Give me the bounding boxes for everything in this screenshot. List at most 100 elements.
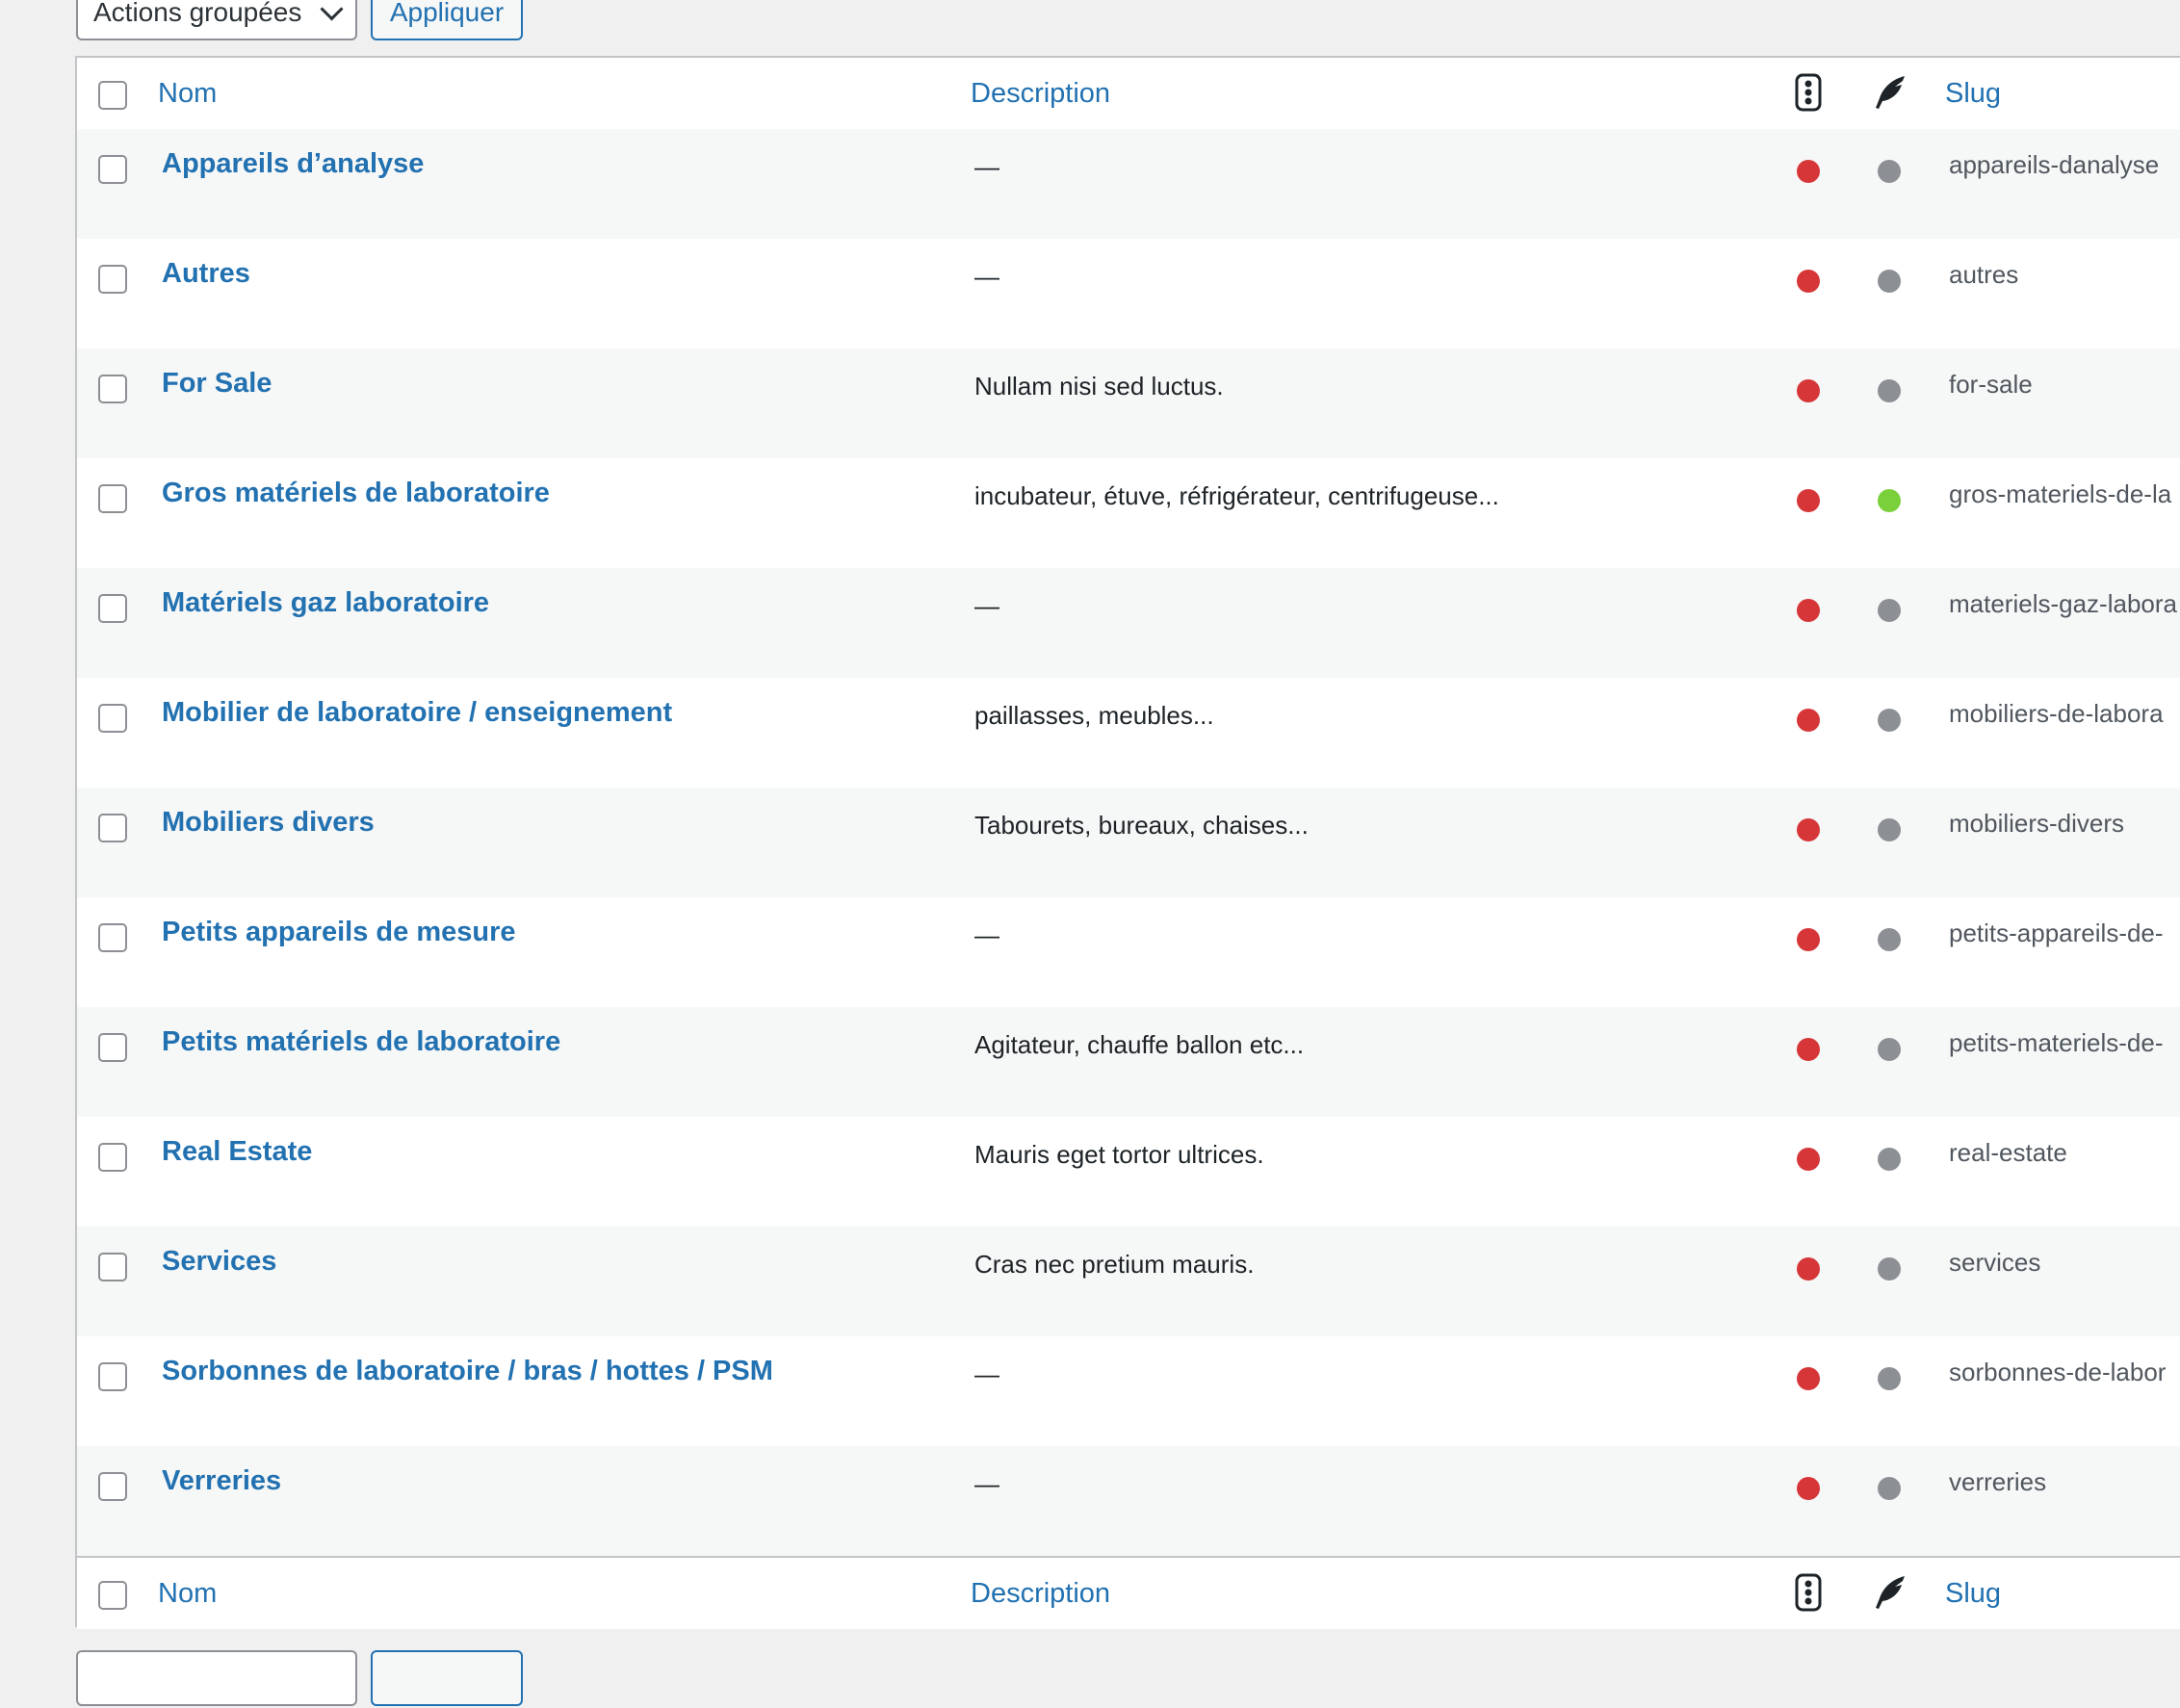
row-checkbox[interactable] (98, 1253, 127, 1281)
seo-score-dot (1797, 599, 1820, 622)
table-row: Sorbonnes de laboratoire / bras / hottes… (77, 1336, 2180, 1446)
seo-score-dot (1797, 160, 1820, 183)
readability-score-dot (1878, 818, 1901, 841)
category-name-link[interactable]: Services (162, 1246, 276, 1278)
readability-score-dot (1878, 160, 1901, 183)
bulk-actions-top: Actions groupées Appliquer (76, 0, 523, 42)
row-checkbox[interactable] (98, 1472, 127, 1501)
readability-score-dot (1878, 1477, 1901, 1500)
category-description: — (974, 262, 999, 291)
category-description: Cras nec pretium mauris. (974, 1250, 1255, 1279)
table-row: Mobilier de laboratoire / enseignement pa… (77, 678, 2180, 788)
row-checkbox[interactable] (98, 594, 127, 623)
readability-score-dot (1878, 270, 1901, 293)
table-row: Petits matériels de laboratoire Agitateur… (77, 1007, 2180, 1117)
column-footer-description[interactable]: Description (971, 1578, 1110, 1610)
category-name-link[interactable]: Gros matériels de laboratoire (162, 478, 550, 509)
readability-score-dot (1878, 599, 1901, 622)
category-description: incubateur, étuve, réfrigérateur, centri… (974, 481, 1499, 510)
category-slug: petits-materiels-de- (1949, 1028, 2164, 1057)
table-row: Mobiliers divers Tabourets, bureaux, chai… (77, 788, 2180, 897)
readability-score-dot (1878, 1038, 1901, 1061)
category-slug: petits-appareils-de- (1949, 919, 2164, 947)
category-name-link[interactable]: Mobiliers divers (162, 807, 375, 839)
bulk-actions-select-label: Actions groupées (93, 0, 302, 27)
seo-score-dot (1797, 1477, 1820, 1500)
traffic-light-icon (1795, 1573, 1822, 1612)
quill-icon (1876, 1576, 1905, 1609)
table-row: Autres — autres (77, 239, 2180, 349)
bulk-actions-select[interactable]: Actions groupées (76, 0, 357, 40)
category-slug: mobiliers-divers (1949, 809, 2125, 838)
row-checkbox[interactable] (98, 155, 127, 184)
row-checkbox[interactable] (98, 1143, 127, 1172)
row-checkbox[interactable] (98, 1033, 127, 1062)
row-checkbox[interactable] (98, 814, 127, 842)
select-all-checkbox-footer[interactable] (98, 1581, 127, 1610)
column-header-name[interactable]: Nom (158, 78, 217, 110)
category-description: — (974, 920, 999, 949)
bulk-actions-bottom (76, 1650, 523, 1708)
readability-score-dot (1878, 1367, 1901, 1390)
row-checkbox[interactable] (98, 265, 127, 294)
readability-score-dot (1878, 379, 1901, 402)
category-name-link[interactable]: Sorbonnes de laboratoire / bras / hottes… (162, 1356, 773, 1387)
table-row: Petits appareils de mesure — petits-appare… (77, 897, 2180, 1007)
table-row: Gros matériels de laboratoire incubateur,… (77, 458, 2180, 568)
column-footer-name[interactable]: Nom (158, 1578, 217, 1610)
category-name-link[interactable]: Petits matériels de laboratoire (162, 1026, 560, 1058)
category-description: — (974, 1469, 999, 1498)
category-name-link[interactable]: Petits appareils de mesure (162, 917, 516, 948)
category-slug: gros-materiels-de-la (1949, 479, 2172, 508)
table-row: For Sale Nullam nisi sed luctus. for-sale (77, 349, 2180, 458)
bulk-actions-select-bottom[interactable] (76, 1650, 357, 1706)
category-slug: autres (1949, 260, 2019, 289)
category-slug: appareils-danalyse (1949, 150, 2160, 179)
readability-score-dot (1878, 928, 1901, 951)
column-header-slug[interactable]: Slug (1945, 78, 2001, 110)
seo-score-dot (1797, 1038, 1820, 1061)
quill-icon (1876, 76, 1905, 109)
category-name-link[interactable]: Real Estate (162, 1136, 312, 1168)
category-slug: sorbonnes-de-labor (1949, 1358, 2167, 1386)
seo-score-dot (1797, 1257, 1820, 1281)
table-row: Matériels gaz laboratoire — materiels-gaz-… (77, 568, 2180, 678)
table-row: Services Cras nec pretium mauris. services (77, 1227, 2180, 1336)
category-description: Tabourets, bureaux, chaises... (974, 811, 1309, 840)
row-checkbox[interactable] (98, 1362, 127, 1391)
seo-score-dot (1797, 928, 1820, 951)
seo-score-dot (1797, 818, 1820, 841)
category-description: Agitateur, chauffe ballon etc... (974, 1030, 1305, 1059)
seo-score-dot (1797, 489, 1820, 512)
table-footer: Nom Description Slug (77, 1556, 2180, 1629)
row-checkbox[interactable] (98, 704, 127, 733)
category-name-link[interactable]: Verreries (162, 1465, 281, 1497)
apply-button-bottom[interactable] (371, 1650, 523, 1706)
select-all-checkbox[interactable] (98, 81, 127, 110)
category-name-link[interactable]: Mobilier de laboratoire / enseignement (162, 697, 672, 729)
category-description: Nullam nisi sed luctus. (974, 372, 1224, 401)
category-name-link[interactable]: For Sale (162, 368, 272, 400)
chevron-down-icon (320, 0, 344, 21)
seo-score-dot (1797, 379, 1820, 402)
row-checkbox[interactable] (98, 484, 127, 513)
category-name-link[interactable]: Matériels gaz laboratoire (162, 587, 489, 619)
categories-table: Nom Description Slug Appareils d’analyse… (75, 56, 2180, 1629)
column-footer-slug[interactable]: Slug (1945, 1578, 2001, 1610)
category-description: paillasses, meubles... (974, 701, 1214, 730)
category-slug: mobiliers-de-labora (1949, 699, 2164, 728)
readability-score-dot (1878, 1257, 1901, 1281)
category-name-link[interactable]: Appareils d’analyse (162, 148, 424, 180)
row-checkbox[interactable] (98, 923, 127, 952)
column-header-description[interactable]: Description (971, 78, 1110, 110)
category-name-link[interactable]: Autres (162, 258, 250, 290)
traffic-light-icon (1795, 73, 1822, 112)
table-row: Real Estate Mauris eget tortor ultrices. r… (77, 1117, 2180, 1227)
category-description: — (974, 152, 999, 181)
category-slug: services (1949, 1248, 2041, 1277)
category-slug: materiels-gaz-labora (1949, 589, 2177, 618)
readability-score-dot (1878, 489, 1901, 512)
apply-button[interactable]: Appliquer (371, 0, 523, 40)
row-checkbox[interactable] (98, 375, 127, 403)
category-slug: for-sale (1949, 370, 2033, 399)
